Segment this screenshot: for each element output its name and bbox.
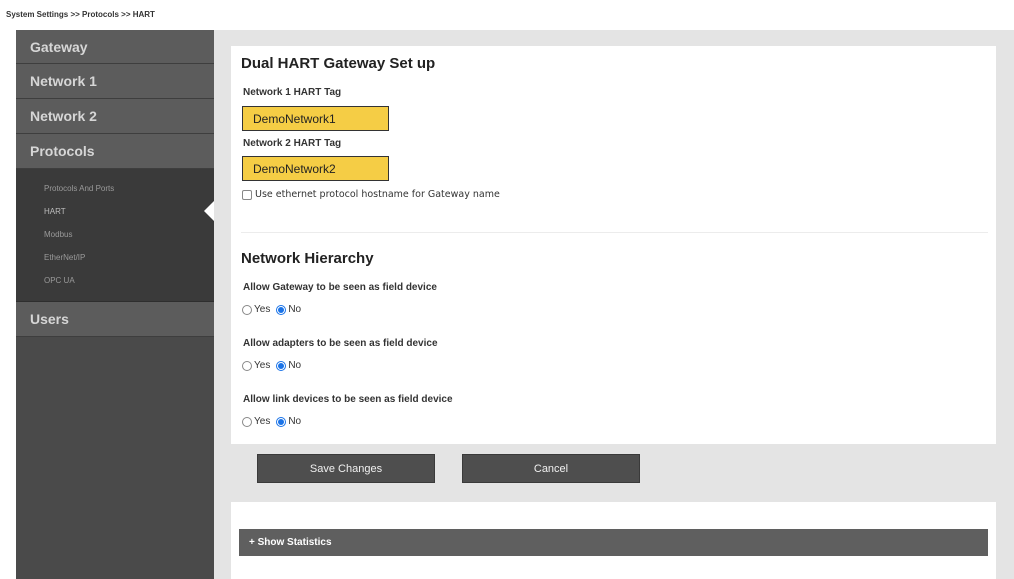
question-link-devices-yes-radio[interactable] bbox=[242, 416, 252, 427]
submenu-item-modbus[interactable]: Modbus bbox=[16, 223, 214, 246]
breadcrumb: System Settings >> Protocols >> HART bbox=[6, 10, 155, 19]
network1-tag-label: Network 1 HART Tag bbox=[243, 87, 342, 98]
question-link-devices-label: Allow link devices to be seen as field d… bbox=[243, 394, 453, 405]
main-content: Dual HART Gateway Set up Network 1 HART … bbox=[214, 30, 1014, 579]
yes-label: Yes bbox=[254, 360, 271, 371]
submenu-item-protocols-and-ports[interactable]: Protocols And Ports bbox=[16, 177, 214, 200]
question-gateway-label: Allow Gateway to be seen as field device bbox=[243, 282, 437, 293]
setup-title: Dual HART Gateway Set up bbox=[241, 55, 436, 72]
question-gateway-radio-group: Yes No bbox=[242, 304, 307, 315]
question-gateway-no-radio[interactable] bbox=[276, 304, 287, 315]
no-label: No bbox=[288, 304, 302, 315]
question-link-devices-radio-group: Yes No bbox=[242, 416, 307, 427]
submenu-item-opc-ua[interactable]: OPC UA bbox=[16, 269, 214, 292]
network2-tag-label: Network 2 HART Tag bbox=[243, 138, 342, 149]
sidebar-item-users[interactable]: Users bbox=[16, 302, 214, 337]
sidebar-item-gateway[interactable]: Gateway bbox=[16, 30, 214, 64]
show-statistics-toggle[interactable]: + Show Statistics bbox=[239, 529, 988, 556]
network2-tag-input[interactable] bbox=[242, 156, 389, 181]
settings-panel: Dual HART Gateway Set up Network 1 HART … bbox=[231, 46, 996, 444]
submenu-item-hart[interactable]: HART bbox=[16, 200, 214, 223]
question-gateway-yes-radio[interactable] bbox=[242, 304, 252, 315]
section-divider bbox=[241, 232, 988, 233]
question-adapters-no-radio[interactable] bbox=[276, 360, 287, 371]
hierarchy-title: Network Hierarchy bbox=[241, 250, 374, 267]
spacer bbox=[231, 502, 996, 520]
no-label: No bbox=[288, 416, 302, 427]
yes-label: Yes bbox=[254, 416, 271, 427]
question-link-devices-no-radio[interactable] bbox=[276, 416, 287, 427]
no-label: No bbox=[288, 360, 302, 371]
protocols-submenu: Protocols And Ports HART Modbus EtherNet… bbox=[16, 169, 214, 302]
sidebar-item-network-2[interactable]: Network 2 bbox=[16, 99, 214, 134]
yes-label: Yes bbox=[254, 304, 271, 315]
hostname-checkbox[interactable] bbox=[242, 189, 252, 200]
question-adapters-yes-radio[interactable] bbox=[242, 360, 252, 371]
active-item-pointer-icon bbox=[204, 201, 214, 221]
question-adapters-label: Allow adapters to be seen as field devic… bbox=[243, 338, 438, 349]
sidebar-item-protocols[interactable]: Protocols bbox=[16, 134, 214, 169]
sidebar-item-network-1[interactable]: Network 1 bbox=[16, 64, 214, 99]
submenu-item-ethernet-ip[interactable]: EtherNet/IP bbox=[16, 246, 214, 269]
statistics-section: + Show Statistics bbox=[231, 520, 996, 579]
question-adapters-radio-group: Yes No bbox=[242, 360, 307, 371]
hostname-checkbox-label: Use ethernet protocol hostname for Gatew… bbox=[255, 189, 500, 200]
save-button[interactable]: Save Changes bbox=[257, 454, 435, 483]
sidebar: Gateway Network 1 Network 2 Protocols Pr… bbox=[16, 30, 214, 579]
network1-tag-input[interactable] bbox=[242, 106, 389, 131]
cancel-button[interactable]: Cancel bbox=[462, 454, 640, 483]
hostname-checkbox-row[interactable]: Use ethernet protocol hostname for Gatew… bbox=[242, 189, 500, 200]
